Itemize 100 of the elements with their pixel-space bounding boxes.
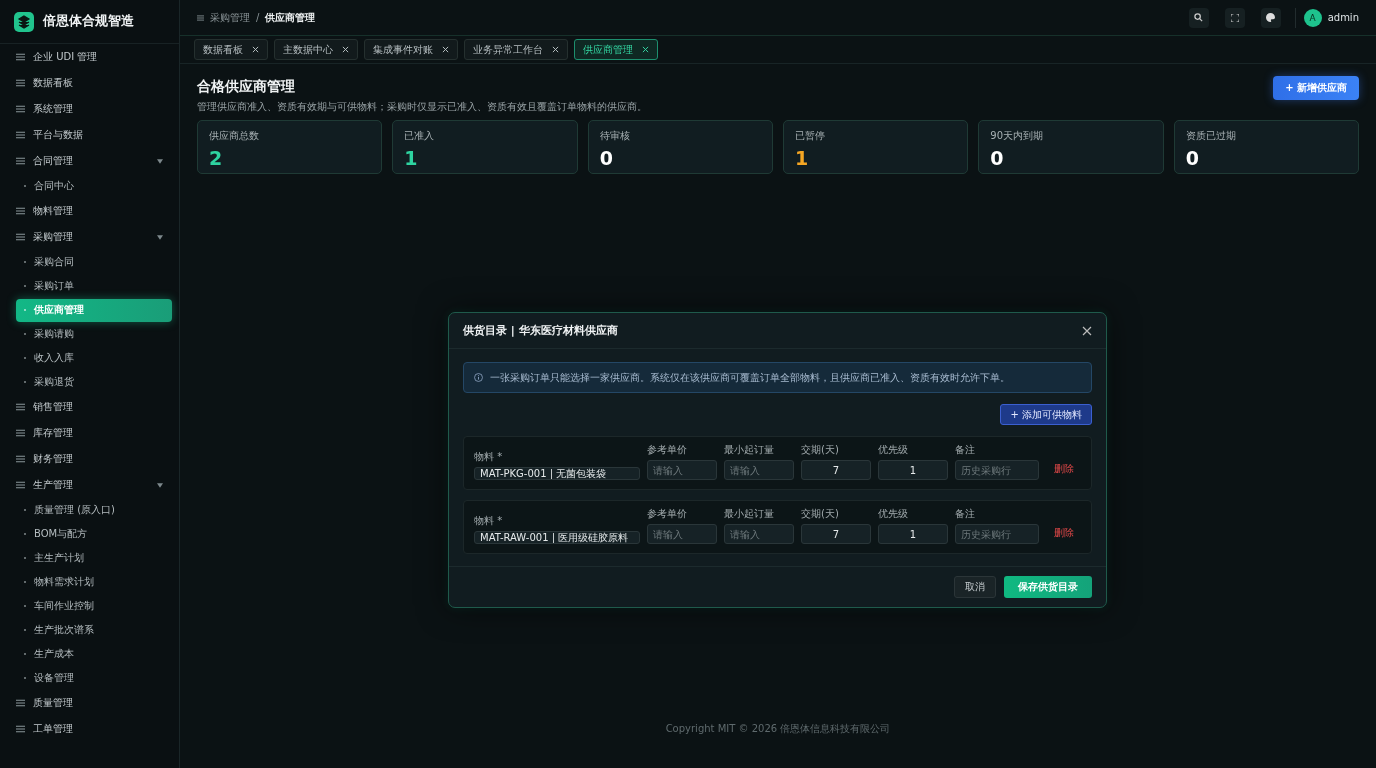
sidebar-item[interactable]: 生产管理 xyxy=(0,472,179,498)
user-avatar[interactable]: A xyxy=(1303,8,1322,27)
search-icon xyxy=(1194,13,1204,22)
field-label: 优先级 xyxy=(878,507,909,521)
sidebar-subitem[interactable]: 采购订单 xyxy=(16,274,172,298)
sidebar-subitem[interactable]: 采购合同 xyxy=(16,250,172,274)
input-field[interactable]: MAT-PKG-001 | 无菌包装袋 xyxy=(474,467,640,480)
stat-value: 1 xyxy=(795,147,810,169)
sidebar-subitem[interactable]: BOM与配方 xyxy=(16,522,172,546)
stat-label: 待审核 xyxy=(599,129,631,143)
close-button[interactable] xyxy=(1082,325,1092,336)
sidebar-subitem[interactable]: 主生产计划 xyxy=(16,546,172,570)
close-icon[interactable] xyxy=(342,46,349,53)
sidebar-item[interactable]: 企业 UDI 管理 xyxy=(0,44,179,70)
close-icon[interactable] xyxy=(552,46,559,53)
add-supplier-button[interactable]: + 新增供应商 xyxy=(1273,76,1359,100)
input-field[interactable]: 请输入 xyxy=(647,524,717,544)
tab[interactable]: 集成事件对账 xyxy=(364,39,458,60)
field-label: 最小起订量 xyxy=(724,443,775,457)
copyright-text: Copyright MIT © 2026 倍恩体信息科技有限公司 xyxy=(664,722,892,736)
sidebar-subitem[interactable]: 采购请购 xyxy=(16,322,172,346)
field-label: 物料 * xyxy=(474,514,504,528)
sidebar-item[interactable]: 系统管理 xyxy=(0,96,179,122)
sidebar-item[interactable]: 平台与数据 xyxy=(0,122,179,148)
menu-icon xyxy=(16,53,25,61)
menu-icon[interactable] xyxy=(197,14,204,21)
fullscreen-icon xyxy=(1230,13,1239,22)
field-label: 交期(天) xyxy=(801,443,840,457)
close-icon[interactable] xyxy=(642,46,649,53)
stat-label: 已暂停 xyxy=(795,129,826,143)
breadcrumb-item: 采购管理 xyxy=(210,10,250,25)
field-label: 优先级 xyxy=(878,443,909,457)
close-icon[interactable] xyxy=(252,46,259,53)
menu-icon xyxy=(16,429,25,437)
field-label: 备注 xyxy=(955,443,976,457)
palette-button[interactable] xyxy=(1260,7,1281,28)
input-field[interactable]: 请输入 xyxy=(724,524,794,544)
menu-icon xyxy=(16,725,25,733)
close-icon[interactable] xyxy=(442,46,449,53)
sidebar-item[interactable]: 质量管理 xyxy=(0,690,179,716)
sidebar-subitem[interactable]: 物料需求计划 xyxy=(16,570,172,594)
stat-value: 0 xyxy=(1185,147,1200,169)
sidebar-item[interactable]: 数据看板 xyxy=(0,70,179,96)
stat-value: 1 xyxy=(404,147,419,169)
input-field[interactable]: 请输入 xyxy=(724,460,794,480)
sidebar-subitem[interactable]: 合同中心 xyxy=(16,174,172,198)
stat-value: 0 xyxy=(990,147,1005,169)
stat-label: 资质已过期 xyxy=(1185,129,1237,143)
caret-icon xyxy=(157,234,163,240)
sidebar-item[interactable]: 财务管理 xyxy=(0,446,179,472)
add-material-button[interactable]: + 添加可供物料 xyxy=(1000,404,1092,425)
input-field[interactable]: 历史采购行 xyxy=(955,524,1039,544)
dialog-title: 供货目录 | 华东医疗材料供应商 xyxy=(463,323,618,338)
menu-icon xyxy=(16,79,25,87)
page-subtitle: 管理供应商准入、资质有效期与可供物料；采购时仅显示已准入、资质有效且覆盖订单物料的供应商。 xyxy=(197,100,647,114)
sidebar-subitem[interactable]: 收入入库 xyxy=(16,346,172,370)
input-field[interactable]: 1 xyxy=(878,524,948,544)
breadcrumb-item: 供应商管理 xyxy=(265,10,316,25)
search-button[interactable] xyxy=(1188,7,1209,28)
menu-icon xyxy=(16,105,25,113)
input-field[interactable]: 7 xyxy=(801,524,871,544)
sidebar-subitem[interactable]: 采购退货 xyxy=(16,370,172,394)
input-field[interactable]: 历史采购行 xyxy=(955,460,1039,480)
sidebar-item[interactable]: 物料管理 xyxy=(0,198,179,224)
delete-link[interactable]: 删除 xyxy=(1054,526,1074,540)
tab[interactable]: 数据看板 xyxy=(194,39,268,60)
field-label: 参考单价 xyxy=(647,507,688,521)
tab[interactable]: 供应商管理 xyxy=(574,39,658,60)
sidebar-subitem[interactable]: 生产批次谱系 xyxy=(16,618,172,642)
stat-value: 0 xyxy=(599,147,614,169)
palette-icon xyxy=(1266,13,1276,22)
caret-icon xyxy=(157,158,163,164)
cancel-button[interactable]: 取消 xyxy=(954,576,996,598)
field-label: 最小起订量 xyxy=(724,507,775,521)
stat-label: 已准入 xyxy=(404,129,436,143)
sidebar-subitem[interactable]: 设备管理 xyxy=(16,666,172,690)
sidebar-item[interactable]: 工单管理 xyxy=(0,716,179,742)
input-field[interactable]: 1 xyxy=(878,460,948,480)
menu-icon xyxy=(16,403,25,411)
tab[interactable]: 主数据中心 xyxy=(274,39,358,60)
menu-icon xyxy=(16,207,25,215)
fullscreen-button[interactable] xyxy=(1224,7,1245,28)
sidebar-item[interactable]: 销售管理 xyxy=(0,394,179,420)
input-field[interactable]: 请输入 xyxy=(647,460,717,480)
stat-value: 2 xyxy=(209,147,224,169)
delete-link[interactable]: 删除 xyxy=(1054,462,1074,476)
sidebar-item[interactable]: 合同管理 xyxy=(0,148,179,174)
menu-icon xyxy=(16,699,25,707)
caret-icon xyxy=(157,482,163,488)
sidebar-subitem[interactable]: 质量管理 (原入口) xyxy=(16,498,172,522)
user-name[interactable]: admin xyxy=(1327,12,1359,23)
sidebar-item[interactable]: 采购管理 xyxy=(0,224,179,250)
sidebar-item[interactable]: 库存管理 xyxy=(0,420,179,446)
input-field[interactable]: MAT-RAW-001 | 医用级硅胶原料 xyxy=(474,531,640,544)
sidebar-subitem[interactable]: 生产成本 xyxy=(16,642,172,666)
menu-icon xyxy=(16,455,25,463)
sidebar-subitem[interactable]: 车间作业控制 xyxy=(16,594,172,618)
input-field[interactable]: 7 xyxy=(801,460,871,480)
tab[interactable]: 业务异常工作台 xyxy=(464,39,568,60)
field-label: 备注 xyxy=(955,507,976,521)
